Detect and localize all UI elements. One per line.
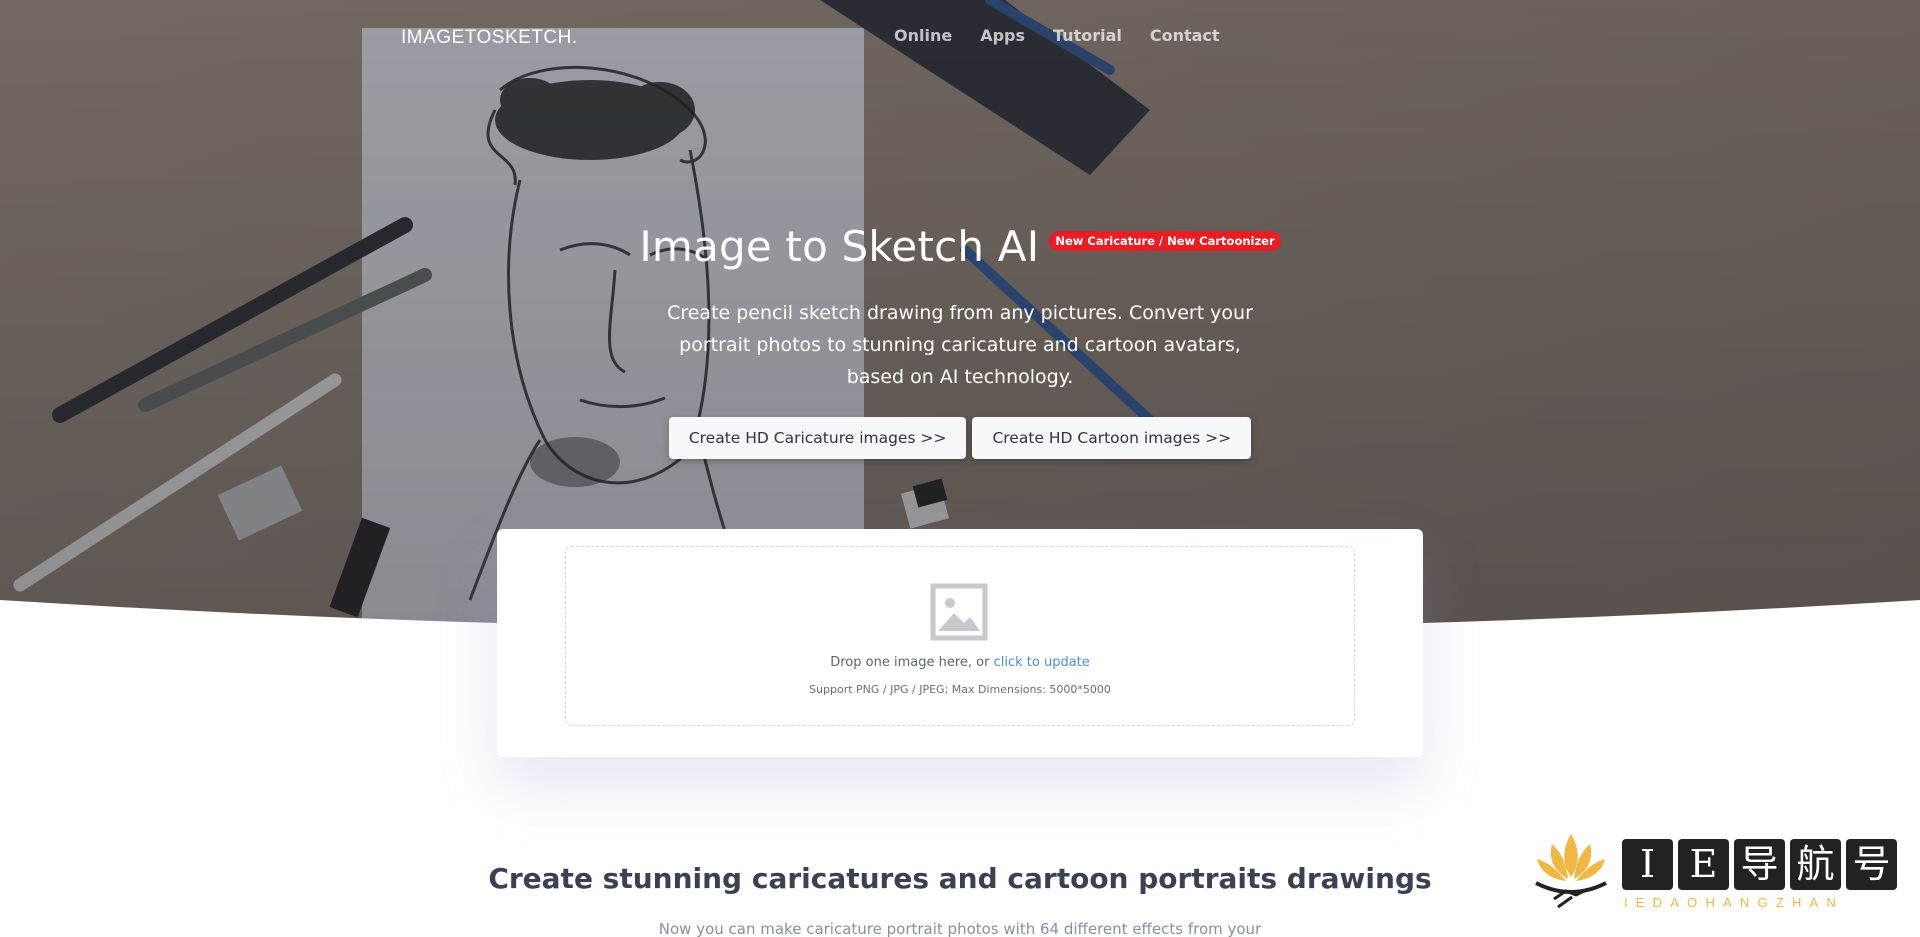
watermark-char: 航 [1790, 839, 1841, 890]
drop-text: Drop one image here, or [830, 655, 994, 670]
section-subtitle: Now you can make caricature portrait pho… [658, 920, 1262, 937]
nav-item-apps[interactable]: Apps [966, 26, 1039, 45]
watermark-char: 导 [1734, 839, 1785, 890]
drop-instruction: Drop one image here, or click to update [566, 655, 1354, 670]
watermark-char: I [1622, 839, 1673, 890]
top-nav: Online Apps Tutorial Contact [880, 26, 1234, 45]
upload-card: Drop one image here, or click to update … [497, 529, 1423, 757]
hero-description: Create pencil sketch drawing from any pi… [667, 302, 1253, 388]
lotus-handshake-icon [1535, 834, 1607, 909]
watermark-char: 号 [1846, 839, 1897, 890]
new-feature-badge: New Caricature / New Cartoonizer [1049, 231, 1281, 251]
create-cartoon-button[interactable]: Create HD Cartoon images >> [972, 417, 1252, 459]
image-dropzone[interactable]: Drop one image here, or click to update … [565, 546, 1355, 726]
click-to-update-link[interactable]: click to update [994, 655, 1090, 670]
image-icon [930, 583, 988, 641]
nav-item-contact[interactable]: Contact [1136, 26, 1234, 45]
nav-item-online[interactable]: Online [880, 26, 966, 45]
hero-title: Image to Sketch AI [639, 222, 1040, 271]
hero-button-row: Create HD Caricature images >> Create HD… [0, 417, 1920, 459]
hero-title-row: Image to Sketch AI New Caricature / New … [0, 222, 1920, 271]
watermark-logo: I E 导 航 号 IEDAOHANGZHAN [1532, 829, 1900, 913]
support-formats-text: Support PNG / JPG / JPEG; Max Dimensions… [809, 683, 1111, 696]
create-caricature-button[interactable]: Create HD Caricature images >> [668, 417, 967, 459]
nav-item-tutorial[interactable]: Tutorial [1039, 26, 1136, 45]
watermark-char: E [1678, 839, 1729, 890]
watermark-characters: I E 导 航 号 [1622, 839, 1897, 890]
watermark-subtext: IEDAOHANGZHAN [1624, 895, 1845, 910]
brand-logo[interactable]: IMAGETOSKETCH. [401, 27, 578, 49]
